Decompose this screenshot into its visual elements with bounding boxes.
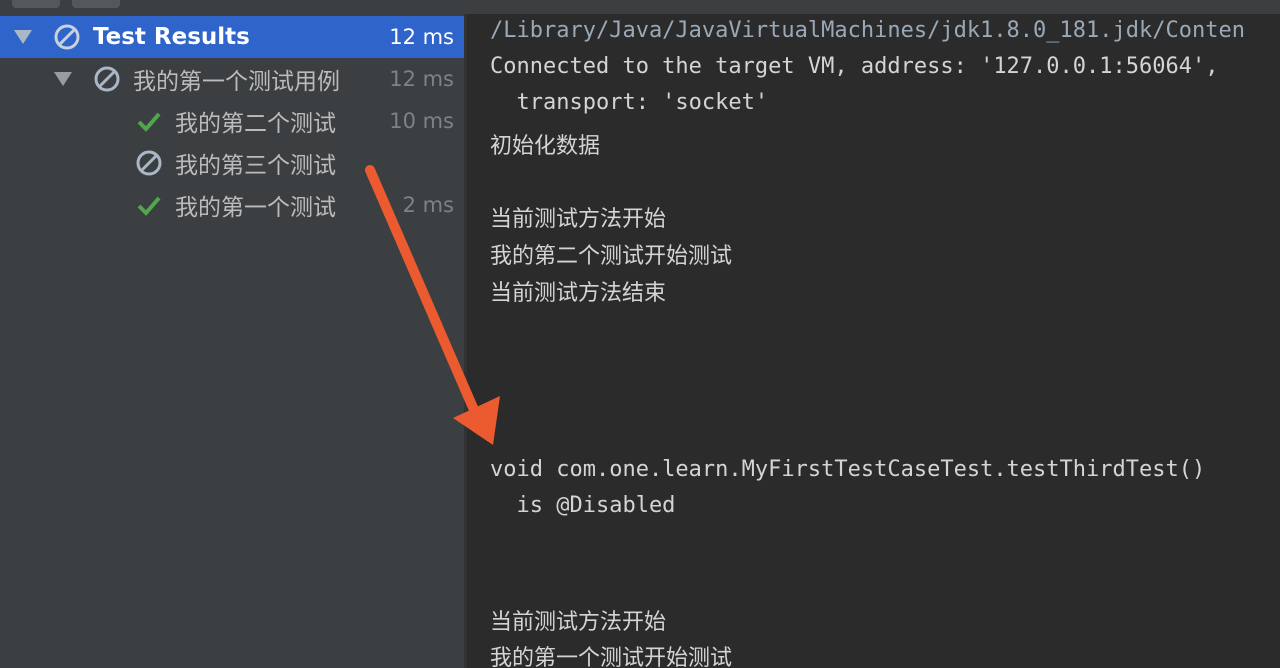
- tree-row-test[interactable]: 我的第一个测试 2 ms: [0, 184, 464, 226]
- check-icon: [137, 112, 161, 132]
- check-icon: [137, 196, 161, 216]
- tree-row-label: 我的第一个测试用例: [133, 69, 340, 95]
- duration-label: 12 ms: [389, 67, 454, 91]
- console-line: Connected to the target VM, address: '12…: [490, 54, 1219, 79]
- tree-row-suite[interactable]: 我的第一个测试用例 12 ms: [0, 58, 464, 100]
- tree-row-test[interactable]: 我的第二个测试 10 ms: [0, 100, 464, 142]
- duration-label: 2 ms: [402, 193, 454, 217]
- disabled-icon: [94, 66, 120, 92]
- toolbar-button[interactable]: [72, 0, 120, 8]
- duration-label: 10 ms: [389, 109, 454, 133]
- console-output[interactable]: /Library/Java/JavaVirtualMachines/jdk1.8…: [467, 14, 1280, 668]
- test-results-tree: Test Results 12 ms 我的第一个测试用例 12 ms 我的第二个…: [0, 14, 464, 668]
- console-line: 我的第一个测试开始测试: [490, 646, 733, 668]
- console-line: transport: 'socket': [490, 90, 769, 115]
- tree-row-label: 我的第二个测试: [175, 111, 336, 137]
- triangle-down-icon[interactable]: [54, 72, 72, 86]
- toolbar-button[interactable]: [12, 0, 60, 8]
- console-line: 当前测试方法开始: [490, 207, 667, 232]
- console-line: is @Disabled: [490, 493, 676, 518]
- disabled-icon: [136, 150, 162, 176]
- console-line: 初始化数据: [490, 134, 601, 159]
- tree-row-test[interactable]: 我的第三个测试: [0, 142, 464, 184]
- console-line: void com.one.learn.MyFirstTestCaseTest.t…: [490, 457, 1206, 482]
- disabled-icon: [54, 24, 80, 50]
- console-line: 当前测试方法开始: [490, 610, 667, 635]
- tree-row-test-results[interactable]: Test Results 12 ms: [0, 16, 464, 58]
- tree-row-label: 我的第三个测试: [175, 153, 336, 179]
- ide-window: Test Results 12 ms 我的第一个测试用例 12 ms 我的第二个…: [0, 0, 1280, 668]
- console-line: 当前测试方法结束: [490, 281, 667, 306]
- tree-row-label: 我的第一个测试: [175, 195, 336, 221]
- tree-row-label: Test Results: [93, 24, 250, 50]
- triangle-down-icon[interactable]: [14, 30, 32, 44]
- console-line: 我的第二个测试开始测试: [490, 244, 733, 269]
- console-line: /Library/Java/JavaVirtualMachines/jdk1.8…: [490, 18, 1245, 43]
- toolbar: [0, 0, 1280, 14]
- duration-label: 12 ms: [389, 25, 454, 49]
